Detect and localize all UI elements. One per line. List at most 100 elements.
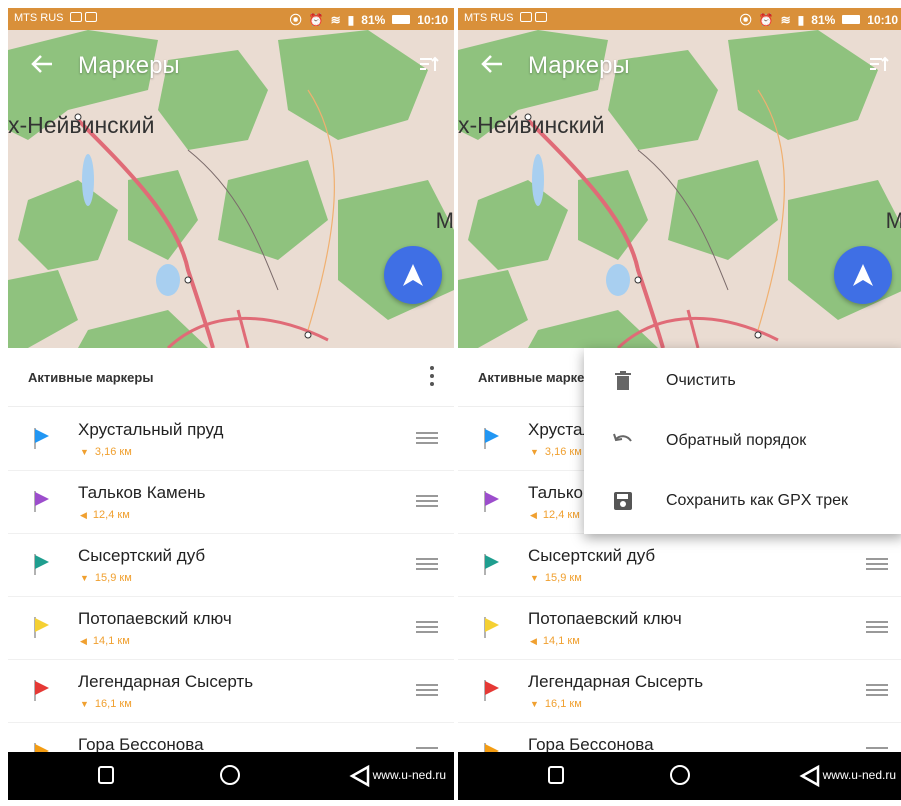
options-menu: Очистить Обратный порядок Сохранить как … <box>584 348 901 534</box>
map-edge-label: М <box>885 208 901 233</box>
flag-icon <box>484 680 499 701</box>
marker-rows: Хрустальный пруд ▼3,16 км Тальков Камень… <box>8 408 454 786</box>
marker-distance: ◀ 12,4 км <box>80 509 130 521</box>
direction-arrow-icon: ◀ <box>530 635 537 646</box>
marker-name: Потопаевский ключ <box>528 609 682 628</box>
map-city-label: х-Нейвинский <box>458 112 605 138</box>
status-right: ⦿ ⏰ ≋ ▮ 81% 10:10 <box>290 11 448 28</box>
navigation-fab[interactable] <box>384 246 442 304</box>
direction-arrow-icon: ▼ <box>80 447 89 457</box>
location-icon: ⦿ <box>289 13 302 27</box>
list-title: Активные маркеры <box>28 370 154 385</box>
navigation-arrow-icon <box>853 264 873 286</box>
drag-handle-icon[interactable] <box>866 558 888 572</box>
phone-screen-left: MTS RUS ⦿ ⏰ ≋ ▮ 81% 10:10 Маркеры х-Нейв… <box>8 8 454 800</box>
menu-item-reverse[interactable]: Обратный порядок <box>584 412 901 470</box>
direction-arrow-icon: ◀ <box>530 509 537 520</box>
map-city-label: х-Нейвинский <box>8 112 155 138</box>
back-triangle-icon[interactable] <box>798 764 822 788</box>
list-item[interactable]: Легендарная Сысерть ▼ 16,1 км <box>8 660 454 723</box>
page-title: Маркеры <box>78 52 180 79</box>
page-title: Маркеры <box>528 52 630 79</box>
phone-screen-right: MTS RUS ⦿ ⏰ ≋ ▮ 81% 10:10 Маркеры х-Нейв… <box>458 8 901 800</box>
marker-distance: ◀ 14,1 км <box>530 635 580 647</box>
menu-item-save-gpx[interactable]: Сохранить как GPX трек <box>584 472 901 530</box>
list-item[interactable]: Потопаевский ключ ◀ 14,1 км <box>8 597 454 660</box>
list-item[interactable]: Потопаевский ключ ◀ 14,1 км <box>458 597 901 660</box>
recents-icon[interactable] <box>548 766 564 784</box>
list-item[interactable]: Тальков Камень ◀12,4 км <box>8 471 454 534</box>
drag-handle-icon[interactable] <box>416 621 438 635</box>
carrier-label: MTS RUS <box>464 12 514 24</box>
drag-handle-icon[interactable] <box>416 432 438 446</box>
menu-label: Обратный порядок <box>666 432 807 449</box>
marker-name: Сысертский дуб <box>528 546 656 565</box>
flag-icon <box>484 617 499 638</box>
list-item[interactable]: Хрустальный пруд ▼3,16 км <box>8 408 454 471</box>
list-item[interactable]: Сысертский дуб ▼ 15,9 км <box>458 534 901 597</box>
drag-handle-icon[interactable] <box>866 684 888 698</box>
more-options-icon[interactable] <box>424 362 440 390</box>
list-item[interactable]: Сысертский дуб ▼ 15,9 км <box>8 534 454 597</box>
battery-icon <box>842 15 861 24</box>
drag-handle-icon[interactable] <box>866 621 888 635</box>
marker-distance: ◀ 14,1 км <box>80 635 130 647</box>
menu-label: Очистить <box>666 372 736 389</box>
home-icon[interactable] <box>220 765 240 785</box>
marker-distance: ▼ 15,9 км <box>80 572 132 584</box>
alarm-icon: ⏰ <box>758 12 774 27</box>
navigation-arrow-icon <box>403 264 423 286</box>
clock: 10:10 <box>417 12 448 27</box>
navigation-fab[interactable] <box>834 246 892 304</box>
direction-arrow-icon: ▼ <box>530 447 539 457</box>
marker-distance: ▼ 3,16 км <box>530 446 582 458</box>
map-view[interactable] <box>458 30 901 348</box>
carrier-label: MTS RUS <box>14 12 64 24</box>
menu-item-clear[interactable]: Очистить <box>584 352 901 410</box>
flag-icon <box>34 617 49 638</box>
home-icon[interactable] <box>670 765 690 785</box>
notification-icons <box>70 11 110 27</box>
location-icon: ⦿ <box>739 13 752 27</box>
marker-name: Тальков Камень <box>78 483 206 502</box>
marker-name: Хрустальный пруд <box>78 420 224 439</box>
recents-icon[interactable] <box>98 766 114 784</box>
back-arrow-icon[interactable] <box>478 50 506 78</box>
map-edge-label: М <box>435 208 454 233</box>
battery-icon <box>392 15 411 24</box>
direction-arrow-icon: ◀ <box>80 635 87 646</box>
back-arrow-icon[interactable] <box>28 50 56 78</box>
undo-icon <box>613 433 632 442</box>
back-triangle-icon[interactable] <box>348 764 372 788</box>
drag-handle-icon[interactable] <box>416 495 438 509</box>
battery-percent: 81% <box>811 12 836 27</box>
direction-arrow-icon: ▼ <box>80 699 89 709</box>
marker-name: Легендарная Сысерть <box>528 672 704 691</box>
wifi-icon: ≋ <box>330 12 341 27</box>
flag-icon <box>34 680 49 701</box>
drag-handle-icon[interactable] <box>416 558 438 572</box>
battery-percent: 81% <box>361 12 386 27</box>
direction-arrow-icon: ▼ <box>530 573 539 583</box>
sort-icon[interactable] <box>868 53 890 75</box>
list-item[interactable]: Легендарная Сысерть ▼ 16,1 км <box>458 660 901 723</box>
drag-handle-icon[interactable] <box>416 684 438 698</box>
signal-icon: ▮ <box>347 12 355 27</box>
sort-icon[interactable] <box>418 53 440 75</box>
direction-arrow-icon: ◀ <box>80 509 87 520</box>
wifi-icon: ≋ <box>780 12 791 27</box>
list-header: Активные маркеры <box>8 348 454 407</box>
system-nav-bar: www.u-ned.ru <box>458 752 901 800</box>
marker-name: Сысертский дуб <box>78 546 206 565</box>
alarm-icon: ⏰ <box>308 12 324 27</box>
status-bar: MTS RUS ⦿ ⏰ ≋ ▮ 81% 10:10 <box>8 8 454 30</box>
flag-icon <box>34 428 49 449</box>
notification-icons <box>520 11 560 27</box>
system-nav-bar: www.u-ned.ru <box>8 752 454 800</box>
clock: 10:10 <box>867 12 898 27</box>
flag-icon <box>484 491 499 512</box>
save-icon <box>614 492 632 510</box>
marker-distance: ▼ 16,1 км <box>80 698 132 710</box>
map-view[interactable] <box>8 30 454 348</box>
marker-name: Легендарная Сысерть <box>78 672 254 691</box>
